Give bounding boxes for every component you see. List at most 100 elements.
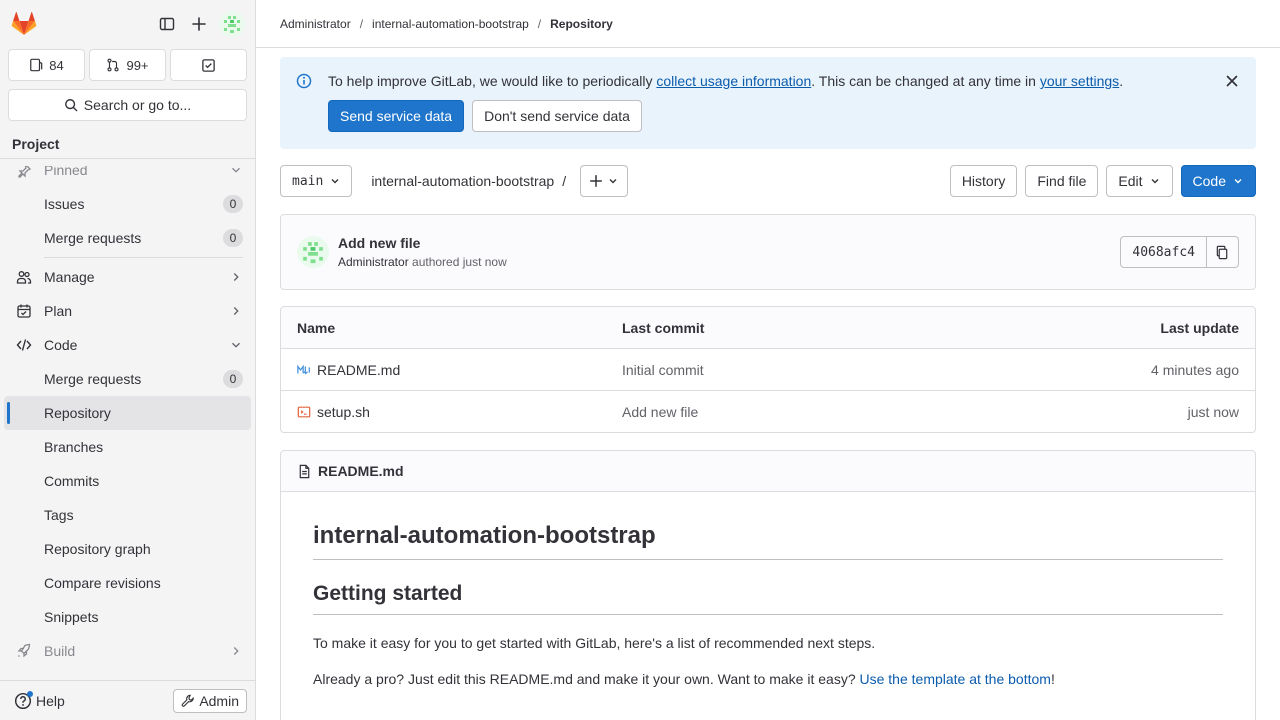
pinned-label: Pinned [44, 166, 88, 178]
commit-title[interactable]: Add new file [338, 235, 507, 251]
sidebar-item-issues[interactable]: Issues 0 [0, 187, 255, 221]
help-label: Help [36, 692, 65, 709]
send-service-data-button[interactable]: Send service data [328, 100, 465, 132]
breadcrumb-item[interactable]: Administrator [280, 17, 351, 31]
chevron-down-icon [607, 175, 619, 187]
readme-title: internal-automation-bootstrap [313, 522, 1223, 560]
sidebar-top [0, 0, 255, 48]
branch-name: main [292, 173, 324, 189]
admin-area-button[interactable]: Admin [173, 688, 247, 713]
copy-sha-button[interactable] [1207, 236, 1239, 268]
find-file-button[interactable]: Find file [1025, 165, 1099, 197]
add-to-tree-dropdown[interactable] [580, 165, 629, 197]
sidebar-item-label: Compare revisions [44, 575, 161, 591]
close-icon[interactable] [1224, 73, 1240, 89]
user-avatar[interactable] [219, 11, 245, 37]
file-last-update: 4 minutes ago [1151, 361, 1239, 378]
merge-requests-count: 99+ [126, 57, 149, 73]
sidebar-item-label: Plan [44, 303, 73, 319]
commit-author-avatar[interactable] [297, 236, 329, 268]
sidebar-item-branches[interactable]: Branches [0, 430, 255, 464]
file-name-link[interactable]: README.md [317, 362, 400, 378]
code-dropdown-button[interactable]: Code [1180, 165, 1256, 197]
wrench-icon [181, 694, 195, 708]
sidebar-item-manage[interactable]: Manage [0, 260, 255, 294]
sidebar-item-label: Commits [44, 473, 100, 489]
collect-usage-link[interactable]: collect usage information [656, 73, 811, 89]
column-header: Name [297, 319, 336, 336]
edit-dropdown-button[interactable]: Edit [1106, 165, 1173, 197]
commit-sha[interactable]: 4068afc4 [1120, 236, 1207, 268]
repository-toolbar: main internal-automation-bootstrap / Hist… [280, 165, 1256, 197]
sidebar-item-repository[interactable]: Repository [4, 396, 251, 430]
information-icon [296, 73, 312, 89]
toggle-sidebar-icon[interactable] [151, 8, 183, 40]
sidebar-item-code[interactable]: Code [0, 328, 255, 362]
users-icon [16, 269, 32, 285]
sidebar-nav: Pinned Issues 0 Merge requests 0 Manage … [0, 166, 255, 680]
file-name-link[interactable]: setup.sh [317, 404, 370, 420]
branch-selector[interactable]: main [280, 165, 353, 197]
sidebar-item-label: Merge requests [44, 230, 142, 246]
breadcrumb-item[interactable]: internal-automation-bootstrap [372, 17, 529, 31]
sidebar-item-commits[interactable]: Commits [0, 464, 255, 498]
gitlab-logo-icon[interactable] [10, 10, 38, 38]
chevron-right-icon [229, 270, 243, 284]
commit-meta: Administrator authored just now [338, 255, 507, 269]
sidebar-item-label: Issues [44, 196, 85, 212]
readme-paragraph: To make it easy for you to get started w… [313, 635, 876, 651]
chevron-down-icon [1232, 175, 1244, 187]
merge-requests-badge: 0 [223, 370, 243, 388]
commit-author[interactable]: Administrator [338, 255, 409, 269]
dont-send-service-data-button[interactable]: Don't send service data [472, 100, 642, 132]
issues-icon [29, 58, 43, 72]
readme-content: internal-automation-bootstrap Getting st… [281, 492, 1255, 689]
file-last-commit[interactable]: Add new file [622, 404, 1188, 420]
table-row: setup.sh Add new file just now [281, 390, 1255, 432]
readme-header: README.md [281, 451, 1255, 492]
template-link[interactable]: Use the template at the bottom [860, 671, 1051, 687]
sidebar-item-label: Repository graph [44, 541, 151, 557]
sidebar-item-plan[interactable]: Plan [0, 294, 255, 328]
readme-heading: Getting started [313, 582, 1223, 615]
file-tree-table: Name Last commit Last update README.md I… [280, 306, 1256, 433]
repo-path-link[interactable]: internal-automation-bootstrap [371, 173, 554, 189]
readme-filename[interactable]: README.md [318, 463, 404, 479]
search-icon [64, 98, 78, 112]
thumbtack-icon [16, 166, 32, 178]
admin-label: Admin [199, 692, 239, 709]
table-header: Name Last commit Last update [281, 307, 1255, 348]
sidebar-item-snippets[interactable]: Snippets [0, 600, 255, 634]
file-last-commit[interactable]: Initial commit [622, 362, 1151, 378]
sidebar-item-label: Branches [44, 439, 104, 455]
sidebar: 84 99+ Search or go to... Project Pinned… [0, 0, 256, 720]
merge-requests-button[interactable]: 99+ [89, 49, 166, 81]
sidebar-item-repository-graph[interactable]: Repository graph [0, 532, 255, 566]
help-button[interactable]: Help [14, 690, 65, 710]
chevron-right-icon [229, 304, 243, 318]
issues-badge: 0 [223, 195, 243, 213]
column-header: Last update [1160, 319, 1239, 336]
sidebar-item-merge-requests[interactable]: Merge requests 0 [0, 362, 255, 396]
file-last-update: just now [1187, 403, 1239, 420]
sidebar-item-label: Repository [44, 405, 111, 421]
create-new-icon[interactable] [183, 8, 215, 40]
todo-button[interactable] [170, 49, 247, 81]
project-section-title: Project [0, 129, 255, 159]
sidebar-item-build[interactable]: Build [0, 634, 255, 668]
terminal-file-icon [297, 405, 311, 419]
sidebar-item-pinned-merge-requests[interactable]: Merge requests 0 [0, 221, 255, 255]
sidebar-pinned-toggle[interactable]: Pinned [0, 166, 255, 187]
sidebar-footer: Help Admin [0, 680, 255, 720]
search-button[interactable]: Search or go to... [8, 89, 247, 121]
sidebar-item-compare-revisions[interactable]: Compare revisions [0, 566, 255, 600]
assigned-issues-button[interactable]: 84 [8, 49, 85, 81]
chevron-down-icon [229, 338, 243, 352]
chevron-down-icon [1149, 175, 1161, 187]
your-settings-link[interactable]: your settings [1040, 73, 1119, 89]
history-button[interactable]: History [949, 165, 1018, 197]
column-header: Last commit [622, 319, 705, 336]
breadcrumb-current[interactable]: Repository [550, 17, 613, 31]
markdown-icon [297, 363, 311, 377]
sidebar-item-tags[interactable]: Tags [0, 498, 255, 532]
